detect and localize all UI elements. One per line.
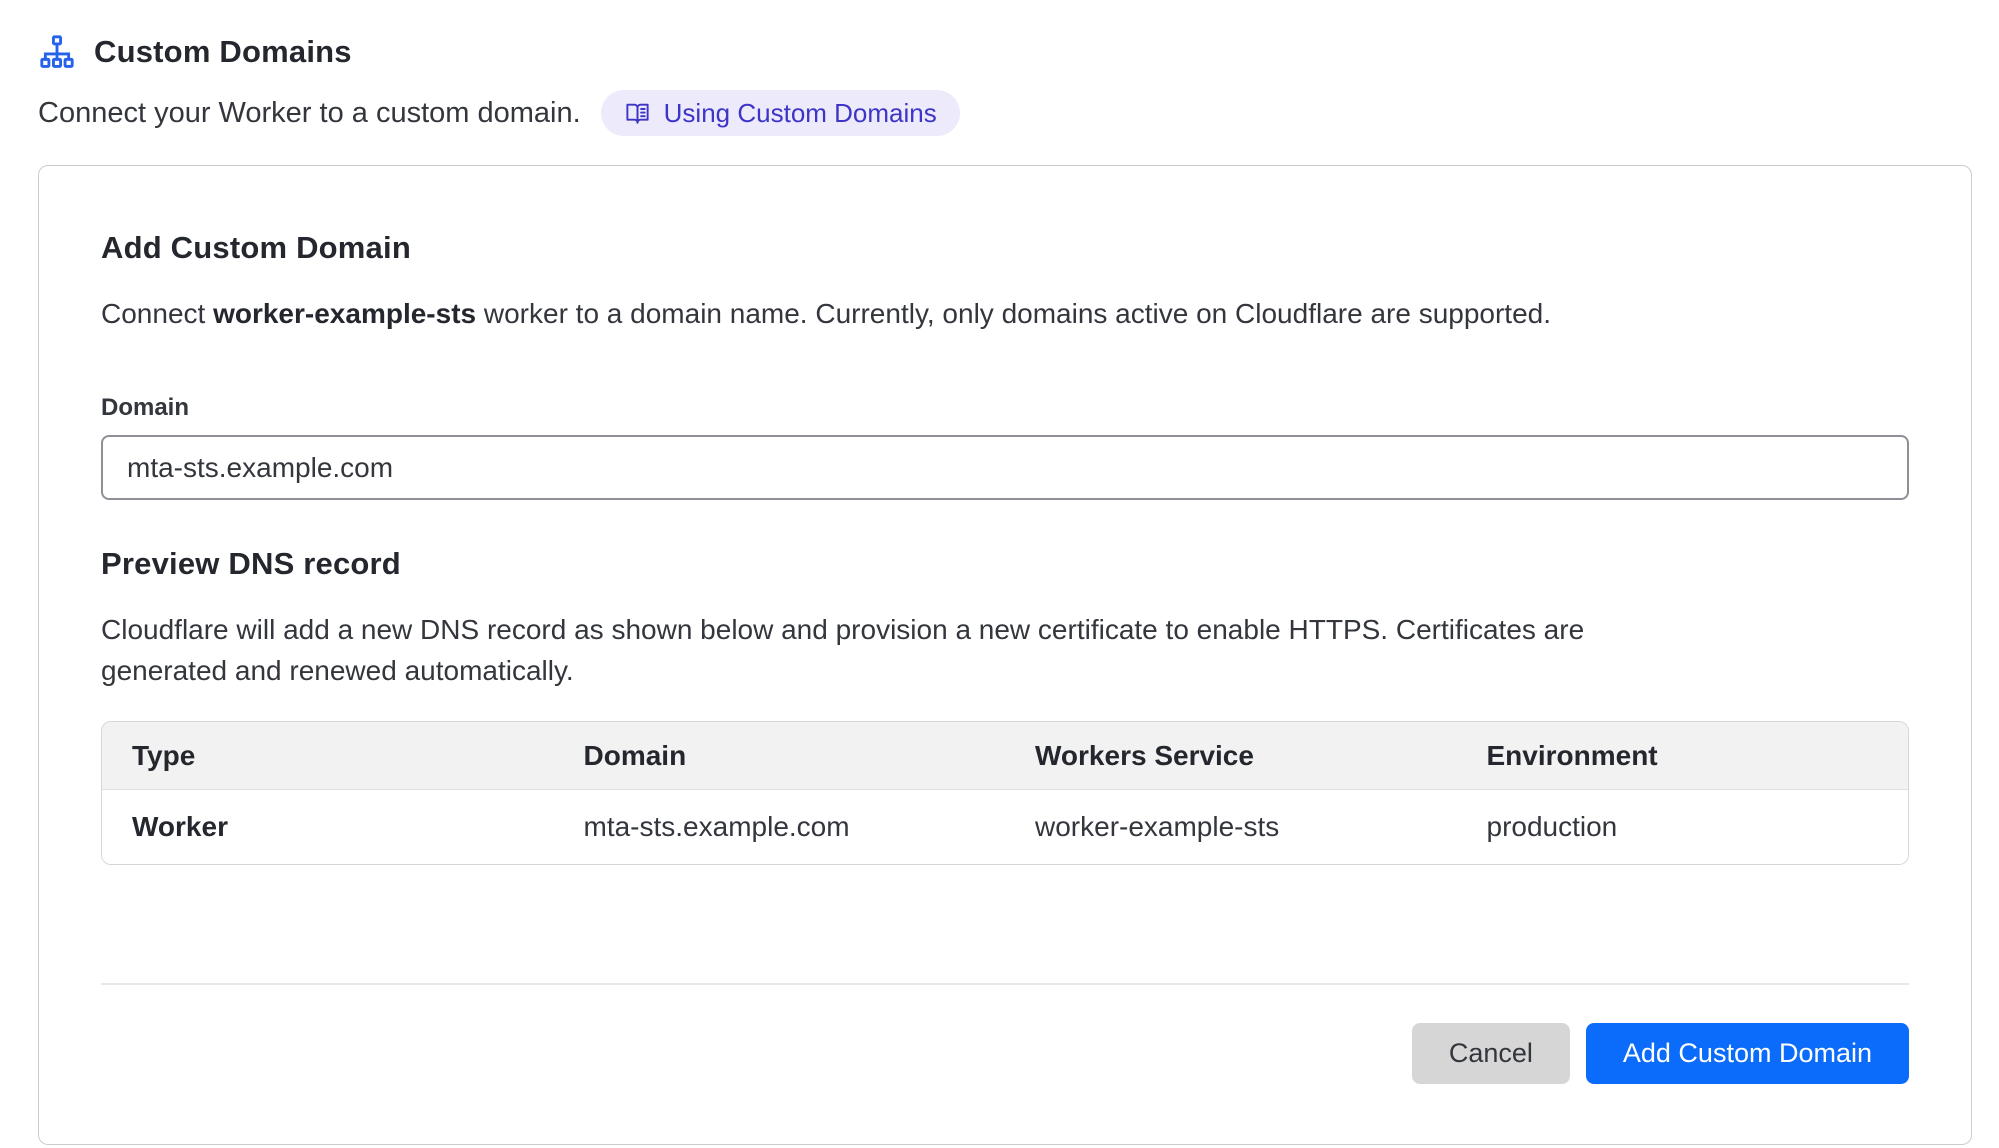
add-custom-domain-card: Add Custom Domain Connect worker-example… [38,165,1972,1145]
description-prefix: Connect [101,298,213,329]
cell-workers-service: worker-example-sts [1005,811,1457,843]
using-custom-domains-doc-link[interactable]: Using Custom Domains [601,90,960,136]
custom-domains-page: Custom Domains Connect your Worker to a … [0,0,1999,1145]
cell-environment: production [1457,811,1909,843]
page-title: Custom Domains [94,34,352,70]
domain-input[interactable] [101,435,1909,500]
column-header-domain: Domain [554,740,1006,772]
preview-dns-heading: Preview DNS record [101,546,1909,582]
page-subtitle-row: Connect your Worker to a custom domain. … [38,88,1972,138]
worker-name: worker-example-sts [213,298,476,329]
table-header-row: Type Domain Workers Service Environment [102,722,1908,790]
column-header-workers-service: Workers Service [1005,740,1457,772]
doc-link-label: Using Custom Domains [664,98,937,129]
cancel-button[interactable]: Cancel [1412,1023,1570,1084]
sitemap-icon [38,33,76,71]
card-description: Connect worker-example-sts worker to a d… [101,298,1909,330]
preview-dns-description: Cloudflare will add a new DNS record as … [101,610,1591,691]
add-custom-domain-button[interactable]: Add Custom Domain [1586,1023,1909,1084]
dns-preview-table: Type Domain Workers Service Environment … [101,721,1909,865]
page-subtitle: Connect your Worker to a custom domain. [38,97,581,130]
description-suffix: worker to a domain name. Currently, only… [476,298,1551,329]
cell-type: Worker [102,811,554,843]
table-row: Worker mta-sts.example.com worker-exampl… [102,790,1908,864]
book-open-icon [624,100,651,127]
card-footer: Cancel Add Custom Domain [101,1023,1909,1084]
column-header-environment: Environment [1457,740,1909,772]
column-header-type: Type [102,740,554,772]
card-heading: Add Custom Domain [101,230,1909,266]
page-header: Custom Domains [38,28,1972,76]
cell-domain: mta-sts.example.com [554,811,1006,843]
footer-divider [101,983,1909,985]
domain-field-label: Domain [101,394,1909,422]
